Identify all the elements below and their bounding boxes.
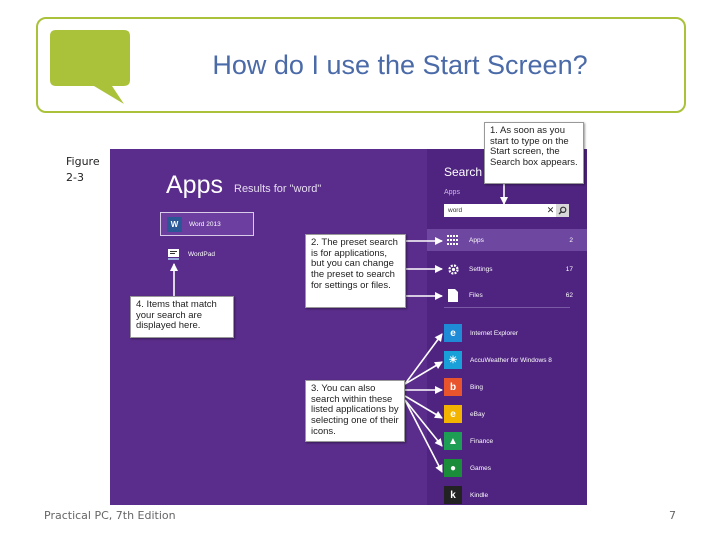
page-number: 7 <box>669 509 676 522</box>
app-label: Internet Explorer <box>470 329 519 337</box>
result-label: WordPad <box>188 250 215 258</box>
accuweather-icon: ☀ <box>444 351 462 369</box>
settings-gear-icon <box>445 261 461 277</box>
clear-icon[interactable]: ✕ <box>545 204 556 217</box>
app-finance[interactable]: ▲ Finance <box>427 429 587 453</box>
divider <box>444 307 570 308</box>
app-ebay[interactable]: e eBay <box>427 402 587 426</box>
scope-apps[interactable]: Apps 2 <box>427 229 587 251</box>
app-label: Games <box>470 464 491 472</box>
finance-icon: ▲ <box>444 432 462 450</box>
bing-icon: b <box>444 378 462 396</box>
speech-bubble-icon <box>50 30 130 104</box>
search-heading: Search <box>444 165 483 179</box>
result-word-2013[interactable]: W Word 2013 <box>160 212 254 236</box>
wordpad-icon <box>166 247 181 262</box>
scope-count: 2 <box>569 236 573 244</box>
result-label: Word 2013 <box>189 220 221 228</box>
search-pane: Search Apps word ✕ Apps 2 Settings 17 Fi… <box>427 149 587 505</box>
app-internet-explorer[interactable]: e Internet Explorer <box>427 321 587 345</box>
app-label: Bing <box>470 383 484 391</box>
apps-grid-icon <box>445 232 461 248</box>
scope-count: 62 <box>565 291 573 299</box>
apps-results-subheading: Results for "word" <box>234 183 322 195</box>
internet-explorer-icon: e <box>444 324 462 342</box>
games-icon: ● <box>444 459 462 477</box>
scope-label: Settings <box>469 265 493 273</box>
callout-2: 2. The preset search is for applications… <box>305 234 406 308</box>
app-label: AccuWeather for Windows 8 <box>470 356 552 364</box>
search-scope-label[interactable]: Apps <box>444 189 460 196</box>
scope-count: 17 <box>565 265 573 273</box>
app-label: Finance <box>470 437 494 445</box>
search-box[interactable]: word ✕ <box>444 204 569 217</box>
files-icon <box>445 287 461 303</box>
slide-title: How do I use the Start Screen? <box>212 50 588 80</box>
search-icon[interactable] <box>556 204 569 217</box>
result-wordpad[interactable]: WordPad <box>166 243 256 265</box>
word-icon: W <box>167 216 182 232</box>
scope-label: Files <box>469 291 483 299</box>
app-games[interactable]: ● Games <box>427 456 587 480</box>
figure-label: Figure 2-3 <box>66 155 100 184</box>
kindle-icon: k <box>444 486 462 504</box>
app-bing[interactable]: b Bing <box>427 375 587 399</box>
scope-files[interactable]: Files 62 <box>427 284 587 306</box>
apps-heading: Apps <box>166 171 223 199</box>
ebay-icon: e <box>444 405 462 423</box>
app-kindle[interactable]: k Kindle <box>427 483 587 505</box>
scope-settings[interactable]: Settings 17 <box>427 258 587 280</box>
app-label: eBay <box>470 410 485 418</box>
app-label: Kindle <box>470 491 489 499</box>
app-accuweather[interactable]: ☀ AccuWeather for Windows 8 <box>427 348 587 372</box>
callout-1: 1. As soon as you start to type on the S… <box>484 122 584 184</box>
scope-label: Apps <box>469 236 484 244</box>
callout-3: 3. You can also search within these list… <box>305 380 405 442</box>
footer-edition: Practical PC, 7th Edition <box>44 509 176 522</box>
search-input[interactable]: word <box>444 207 545 214</box>
callout-4: 4. Items that match your search are disp… <box>130 296 234 338</box>
